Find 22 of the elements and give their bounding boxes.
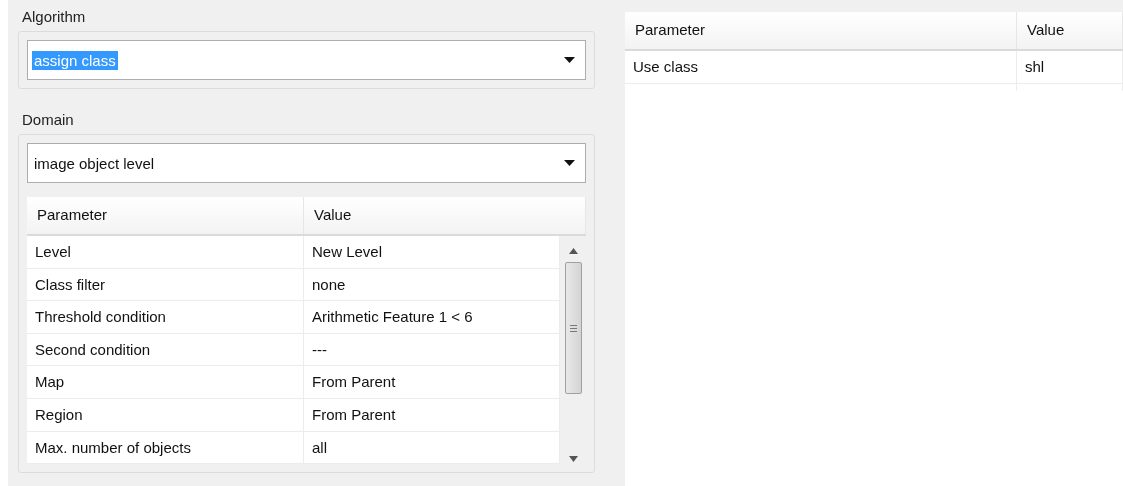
parameter-cell: Region	[27, 398, 304, 431]
group-label: Domain	[21, 111, 75, 130]
group-label: Algorithm	[21, 8, 87, 27]
parameter-cell: Use class	[625, 51, 1017, 83]
column-header[interactable]: Value	[1017, 12, 1123, 49]
parameter-cell: Map	[27, 366, 304, 398]
parameter-cell: Threshold condition	[27, 301, 304, 333]
column-header[interactable]: Parameter	[625, 12, 1017, 49]
scrollbar-thumb[interactable]	[564, 262, 582, 394]
value-cell: shl	[1017, 51, 1123, 83]
parameter-cell: Level	[27, 236, 304, 268]
column-header[interactable]: Value	[304, 197, 586, 234]
parameter-cell: Max. number of objects	[27, 431, 304, 464]
scroll-down-icon[interactable]	[568, 456, 578, 463]
parameter-cell: Class filter	[27, 268, 304, 301]
dropdown-arrow-icon[interactable]	[564, 56, 575, 64]
dropdown-field[interactable]: image object level	[27, 143, 586, 183]
dropdown-arrow-icon[interactable]	[564, 159, 575, 167]
scroll-up-icon[interactable]	[568, 248, 578, 254]
column-header[interactable]: Parameter	[27, 197, 304, 234]
grip-icon	[569, 324, 577, 332]
parameter-cell: Second condition	[27, 333, 304, 366]
